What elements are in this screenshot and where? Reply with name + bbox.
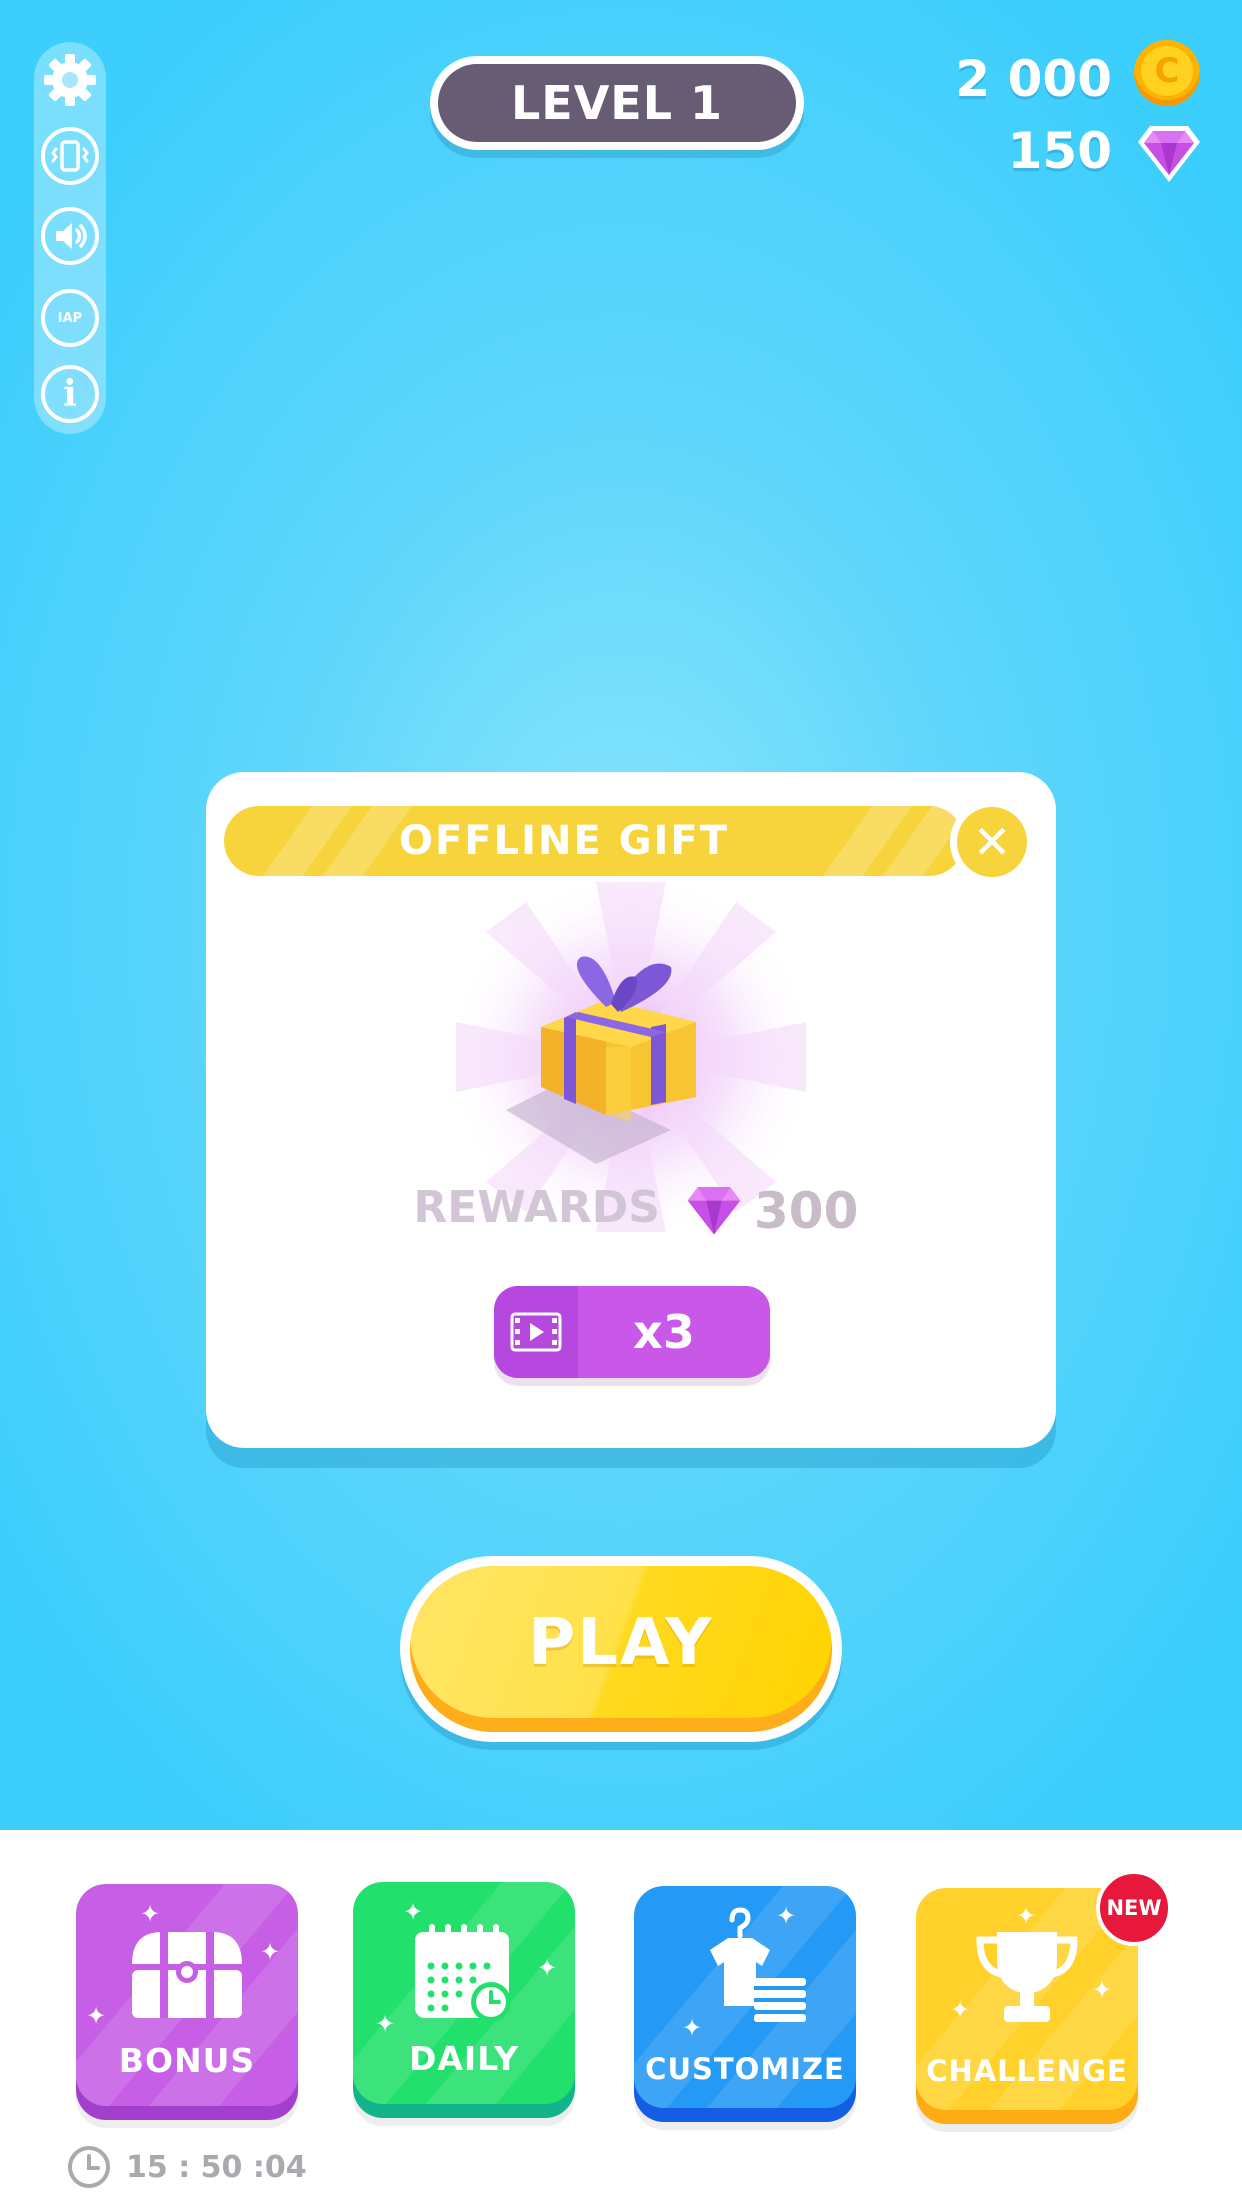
gear-icon [44, 54, 96, 106]
timer-text: 15 : 50 :04 [126, 2149, 307, 2185]
info-button[interactable]: i [36, 360, 104, 428]
coin-count: 2 000 [955, 50, 1112, 108]
offline-gift-dialog: OFFLINE GIFT ✕ REWARDS 300 x3 [206, 772, 1056, 1448]
clock-icon [68, 2146, 110, 2188]
trophy-icon [976, 1932, 1078, 2022]
treasure-chest-icon [132, 1932, 242, 2018]
bonus-timer: 15 : 50 :04 [66, 2144, 307, 2190]
iap-label: IAP [57, 310, 83, 326]
bonus-label: BONUS [118, 2041, 256, 2080]
sound-icon [41, 207, 99, 265]
vibration-button[interactable] [36, 122, 104, 190]
dialog-title: OFFLINE GIFT [398, 818, 730, 864]
video-icon [494, 1286, 578, 1378]
level-indicator: LEVEL 1 [430, 56, 804, 150]
settings-button[interactable] [36, 46, 104, 114]
coin-symbol: C [1141, 46, 1193, 96]
watch-video-multiplier-button[interactable]: x3 [494, 1286, 770, 1378]
bonus-button[interactable]: ✦ ✦ ✦ BONUS [76, 1884, 298, 2106]
calendar-icon [415, 1924, 511, 2022]
reward-gem-icon [687, 1187, 741, 1235]
coin-icon: C [1134, 40, 1200, 106]
level-label: LEVEL 1 [438, 64, 796, 142]
play-button[interactable]: PLAY [400, 1556, 842, 1742]
rewards-label: REWARDS [413, 1182, 660, 1233]
challenge-label: CHALLENGE [926, 2054, 1128, 2088]
play-label: PLAY [528, 1606, 714, 1680]
customize-label: CUSTOMIZE [645, 2052, 845, 2086]
gem-icon [1138, 126, 1200, 182]
close-icon: ✕ [957, 807, 1027, 877]
info-glyph: i [63, 373, 77, 415]
gem-count: 150 [1007, 122, 1112, 180]
daily-button[interactable]: ✦ ✦ ✦ DAILY [353, 1882, 575, 2104]
info-icon: i [41, 365, 99, 423]
vibration-icon [41, 127, 99, 185]
sound-button[interactable] [36, 202, 104, 270]
customize-button[interactable]: ✦ ✦ CUSTOMIZE [634, 1886, 856, 2108]
rewards-value: 300 [754, 1182, 859, 1240]
dialog-title-bar: OFFLINE GIFT [224, 806, 964, 876]
restore-purchases-button[interactable]: IAP [36, 284, 104, 352]
close-button[interactable]: ✕ [950, 800, 1034, 884]
restore-purchases-icon: IAP [41, 289, 99, 347]
new-badge: NEW [1096, 1870, 1172, 1946]
daily-label: DAILY [409, 2039, 519, 2078]
multiplier-label: x3 [633, 1305, 695, 1359]
clothes-hanger-icon [710, 1907, 806, 2022]
